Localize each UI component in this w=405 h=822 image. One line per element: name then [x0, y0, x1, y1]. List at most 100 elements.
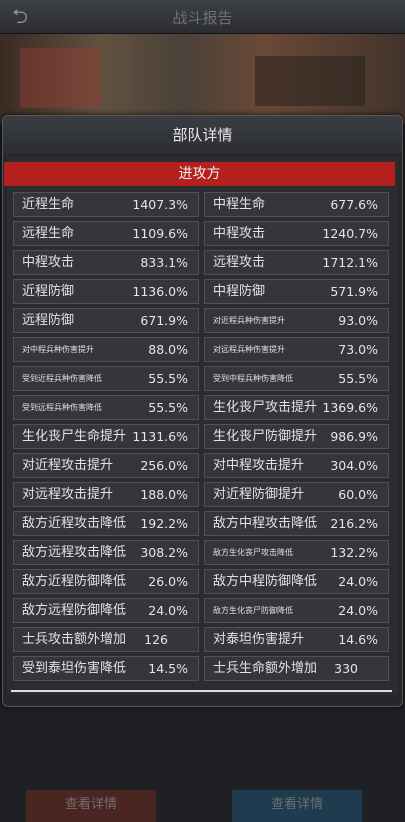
stat-cell: 生化丧尸生命提升 1131.6% [13, 424, 199, 449]
stat-label: 对泰坦伤害提升 [213, 632, 305, 647]
stat-label: 对近程兵种伤害提升 [213, 316, 285, 325]
view-details-button-left[interactable]: 查看详情 [26, 790, 156, 822]
stat-value: 55.5% [148, 371, 188, 386]
stat-label: 敌方生化丧尸攻击降低 [213, 548, 293, 557]
stat-value: 55.5% [148, 400, 188, 415]
stats-row: 对近程攻击提升 256.0% 对中程攻击提升 304.0% [13, 453, 389, 482]
stat-value: 677.6% [330, 197, 378, 212]
stat-label: 生化丧尸攻击提升 [213, 400, 318, 415]
stat-value: 330 [334, 661, 358, 676]
stat-label: 对近程防御提升 [213, 487, 305, 502]
stat-cell: 敌方中程攻击降低 216.2% [204, 511, 389, 536]
stat-label: 敌方生化丧尸防御降低 [213, 606, 293, 615]
stat-value: 24.0% [338, 574, 378, 589]
stat-label: 中程攻击 [213, 226, 266, 241]
top-bar: ⮌ 战斗报告 [0, 0, 405, 34]
stat-cell: 受到近程兵种伤害降低 55.5% [13, 366, 199, 391]
stat-cell: 中程攻击 1240.7% [204, 221, 389, 246]
stat-value: 88.0% [148, 342, 188, 357]
stats-row: 受到泰坦伤害降低 14.5% 士兵生命额外增加 330 [13, 656, 389, 685]
stat-value: 1240.7% [322, 226, 378, 241]
stat-value: 60.0% [338, 487, 378, 502]
stat-cell: 生化丧尸攻击提升 1369.6% [204, 395, 389, 420]
stat-cell: 对近程防御提升 60.0% [204, 482, 389, 507]
stat-label: 士兵攻击额外增加 [22, 632, 127, 647]
stat-value: 256.0% [140, 458, 188, 473]
stats-row: 生化丧尸生命提升 1131.6% 生化丧尸防御提升 986.9% [13, 424, 389, 453]
stat-label: 中程生命 [213, 197, 266, 212]
stat-label: 中程防御 [213, 284, 266, 299]
stat-cell: 中程攻击 833.1% [13, 250, 199, 275]
stat-value: 1407.3% [132, 197, 188, 212]
stats-row: 中程攻击 833.1% 远程攻击 1712.1% [13, 250, 389, 279]
stat-label: 对中程攻击提升 [213, 458, 305, 473]
stat-value: 833.1% [140, 255, 188, 270]
stat-cell: 敌方近程防御降低 26.0% [13, 569, 199, 594]
stat-value: 192.2% [140, 516, 188, 531]
stat-label: 士兵生命额外增加 [213, 661, 318, 676]
stats-row: 敌方近程防御降低 26.0% 敌方中程防御降低 24.0% [13, 569, 389, 598]
stat-label: 对远程兵种伤害提升 [213, 345, 285, 354]
stats-row: 近程生命 1407.3% 中程生命 677.6% [13, 192, 389, 221]
stat-value: 14.5% [148, 661, 188, 676]
stat-cell: 中程生命 677.6% [204, 192, 389, 217]
stat-label: 远程攻击 [213, 255, 266, 270]
stat-label: 生化丧尸防御提升 [213, 429, 318, 444]
stat-label: 近程生命 [22, 197, 75, 212]
stat-value: 188.0% [140, 487, 188, 502]
stat-label: 受到中程兵种伤害降低 [213, 374, 293, 383]
stat-label: 对近程攻击提升 [22, 458, 114, 473]
stats-row: 受到近程兵种伤害降低 55.5% 受到中程兵种伤害降低 55.5% [13, 366, 389, 395]
attacker-side-header: 进攻方 [4, 162, 395, 186]
stats-row: 士兵攻击额外增加 126 对泰坦伤害提升 14.6% [13, 627, 389, 656]
stat-cell: 敌方近程攻击降低 192.2% [13, 511, 199, 536]
stat-value: 26.0% [148, 574, 188, 589]
stat-cell: 远程防御 671.9% [13, 308, 199, 333]
stats-row: 对中程兵种伤害提升 88.0% 对远程兵种伤害提升 73.0% [13, 337, 389, 366]
stat-value: 1131.6% [132, 429, 188, 444]
stat-cell: 受到中程兵种伤害降低 55.5% [204, 366, 389, 391]
stat-cell: 敌方中程防御降低 24.0% [204, 569, 389, 594]
battle-scene-image [0, 34, 405, 124]
stat-value: 216.2% [330, 516, 378, 531]
stat-cell: 近程生命 1407.3% [13, 192, 199, 217]
stats-row: 敌方远程防御降低 24.0% 敌方生化丧尸防御降低 24.0% [13, 598, 389, 627]
stats-row: 敌方远程攻击降低 308.2% 敌方生化丧尸攻击降低 132.2% [13, 540, 389, 569]
stat-cell: 对中程兵种伤害提升 88.0% [13, 337, 199, 362]
dialog-divider [11, 690, 392, 692]
stat-label: 受到泰坦伤害降低 [22, 661, 127, 676]
stats-grid[interactable]: 近程生命 1407.3% 中程生命 677.6% 远程生命 1109.6% 中程攻击 1240… [13, 192, 389, 685]
stats-row: 近程防御 1136.0% 中程防御 571.9% [13, 279, 389, 308]
stat-value: 55.5% [338, 371, 378, 386]
stat-cell: 中程防御 571.9% [204, 279, 389, 304]
stat-value: 671.9% [140, 313, 188, 328]
stat-label: 受到近程兵种伤害降低 [22, 374, 102, 383]
stat-label: 敌方近程防御降低 [22, 574, 127, 589]
stat-cell: 士兵攻击额外增加 126 [13, 627, 199, 652]
stat-value: 1109.6% [132, 226, 188, 241]
stat-value: 132.2% [330, 545, 378, 560]
stat-cell: 远程攻击 1712.1% [204, 250, 389, 275]
stat-label: 受到远程兵种伤害降低 [22, 403, 102, 412]
stat-cell: 近程防御 1136.0% [13, 279, 199, 304]
page-title: 战斗报告 [172, 9, 233, 27]
stat-label: 生化丧尸生命提升 [22, 429, 127, 444]
stat-cell: 敌方生化丧尸攻击降低 132.2% [204, 540, 389, 565]
stat-value: 308.2% [140, 545, 188, 560]
stat-label: 中程攻击 [22, 255, 75, 270]
stats-row: 远程生命 1109.6% 中程攻击 1240.7% [13, 221, 389, 250]
stats-row: 远程防御 671.9% 对近程兵种伤害提升 93.0% [13, 308, 389, 337]
stat-cell: 敌方远程攻击降低 308.2% [13, 540, 199, 565]
stat-label: 远程生命 [22, 226, 75, 241]
stat-cell: 对中程攻击提升 304.0% [204, 453, 389, 478]
stats-row: 对远程攻击提升 188.0% 对近程防御提升 60.0% [13, 482, 389, 511]
stat-value: 1136.0% [132, 284, 188, 299]
stat-value: 571.9% [330, 284, 378, 299]
stat-cell: 对远程兵种伤害提升 73.0% [204, 337, 389, 362]
stat-cell: 远程生命 1109.6% [13, 221, 199, 246]
stat-value: 24.0% [148, 603, 188, 618]
stat-cell: 对近程攻击提升 256.0% [13, 453, 199, 478]
stat-value: 304.0% [330, 458, 378, 473]
view-details-button-right[interactable]: 查看详情 [232, 790, 362, 822]
stat-label: 敌方远程攻击降低 [22, 545, 127, 560]
